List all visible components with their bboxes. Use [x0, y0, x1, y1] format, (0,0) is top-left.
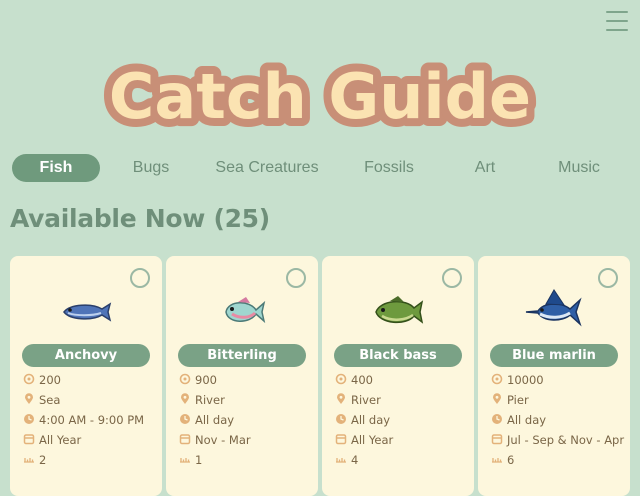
ruler-icon	[180, 458, 190, 463]
tab-sea-creatures[interactable]: Sea Creatures	[210, 154, 324, 182]
fish-card-bitterling[interactable]: Bitterling 900 River All day Nov - Mar 1	[166, 256, 318, 496]
location-pin-icon	[337, 393, 345, 404]
fish-name-label[interactable]: Black bass	[334, 344, 462, 367]
bells-icon	[335, 373, 347, 385]
calendar-icon	[23, 434, 35, 445]
clock-icon	[24, 414, 34, 424]
category-tabs: Fish Bugs Sea Creatures Fossils Art Musi…	[0, 154, 640, 182]
location-value: Pier	[507, 393, 529, 407]
page-title: Catch Guide Catch Guide	[0, 52, 640, 142]
bitterling-icon	[166, 288, 318, 336]
clock-icon	[336, 414, 346, 424]
tab-art[interactable]: Art	[464, 154, 506, 182]
ruler-icon	[336, 458, 346, 463]
bells-icon	[23, 373, 35, 385]
price-value: 900	[195, 373, 217, 387]
tab-music[interactable]: Music	[548, 154, 610, 182]
caught-checkbox[interactable]	[130, 268, 150, 288]
season-value: All Year	[351, 433, 394, 447]
time-value: All day	[507, 413, 547, 427]
section-title: Available Now (25)	[10, 204, 270, 233]
tab-fossils[interactable]: Fossils	[354, 154, 424, 182]
location-pin-icon	[493, 393, 501, 404]
clock-icon	[180, 414, 190, 424]
time-value: 4:00 AM - 9:00 PM	[39, 413, 145, 427]
time-value: All day	[195, 413, 235, 427]
fish-name-label[interactable]: Anchovy	[22, 344, 150, 367]
bells-icon	[179, 373, 191, 385]
price-value: 400	[351, 373, 373, 387]
fish-card-anchovy[interactable]: Anchovy 200 Sea 4:00 AM - 9:00 PM All Ye…	[10, 256, 162, 496]
season-value: Nov - Mar	[195, 433, 251, 447]
tab-fish[interactable]: Fish	[12, 154, 100, 182]
price-value: 10000	[507, 373, 544, 387]
blue-marlin-icon	[478, 288, 630, 336]
fish-card-black-bass[interactable]: Black bass 400 River All day All Year 4	[322, 256, 474, 496]
calendar-icon	[179, 434, 191, 445]
clock-icon	[492, 414, 502, 424]
bells-icon	[491, 373, 503, 385]
size-value: 6	[507, 453, 515, 467]
price-value: 200	[39, 373, 61, 387]
time-value: All day	[351, 413, 391, 427]
title-text: Catch Guide	[109, 60, 531, 133]
caught-checkbox[interactable]	[442, 268, 462, 288]
card-list: Anchovy 200 Sea 4:00 AM - 9:00 PM All Ye…	[0, 256, 640, 496]
size-value: 4	[351, 453, 359, 467]
caught-checkbox[interactable]	[286, 268, 306, 288]
tab-bugs[interactable]: Bugs	[118, 154, 184, 182]
location-pin-icon	[181, 393, 189, 404]
size-value: 1	[195, 453, 203, 467]
size-value: 2	[39, 453, 47, 467]
location-value: River	[351, 393, 381, 407]
ruler-icon	[24, 458, 34, 463]
fish-card-blue-marlin[interactable]: Blue marlin 10000 Pier All day Jul - Sep…	[478, 256, 630, 496]
location-value: Sea	[39, 393, 61, 407]
hamburger-menu-icon[interactable]	[606, 11, 628, 33]
anchovy-icon	[10, 288, 162, 336]
fish-name-label[interactable]: Blue marlin	[490, 344, 618, 367]
season-value: Jul - Sep & Nov - Apr	[507, 433, 625, 447]
calendar-icon	[491, 434, 503, 445]
calendar-icon	[335, 434, 347, 445]
location-pin-icon	[25, 393, 33, 404]
location-value: River	[195, 393, 225, 407]
caught-checkbox[interactable]	[598, 268, 618, 288]
season-value: All Year	[39, 433, 82, 447]
ruler-icon	[492, 458, 502, 463]
black-bass-icon	[322, 288, 474, 336]
fish-name-label[interactable]: Bitterling	[178, 344, 306, 367]
